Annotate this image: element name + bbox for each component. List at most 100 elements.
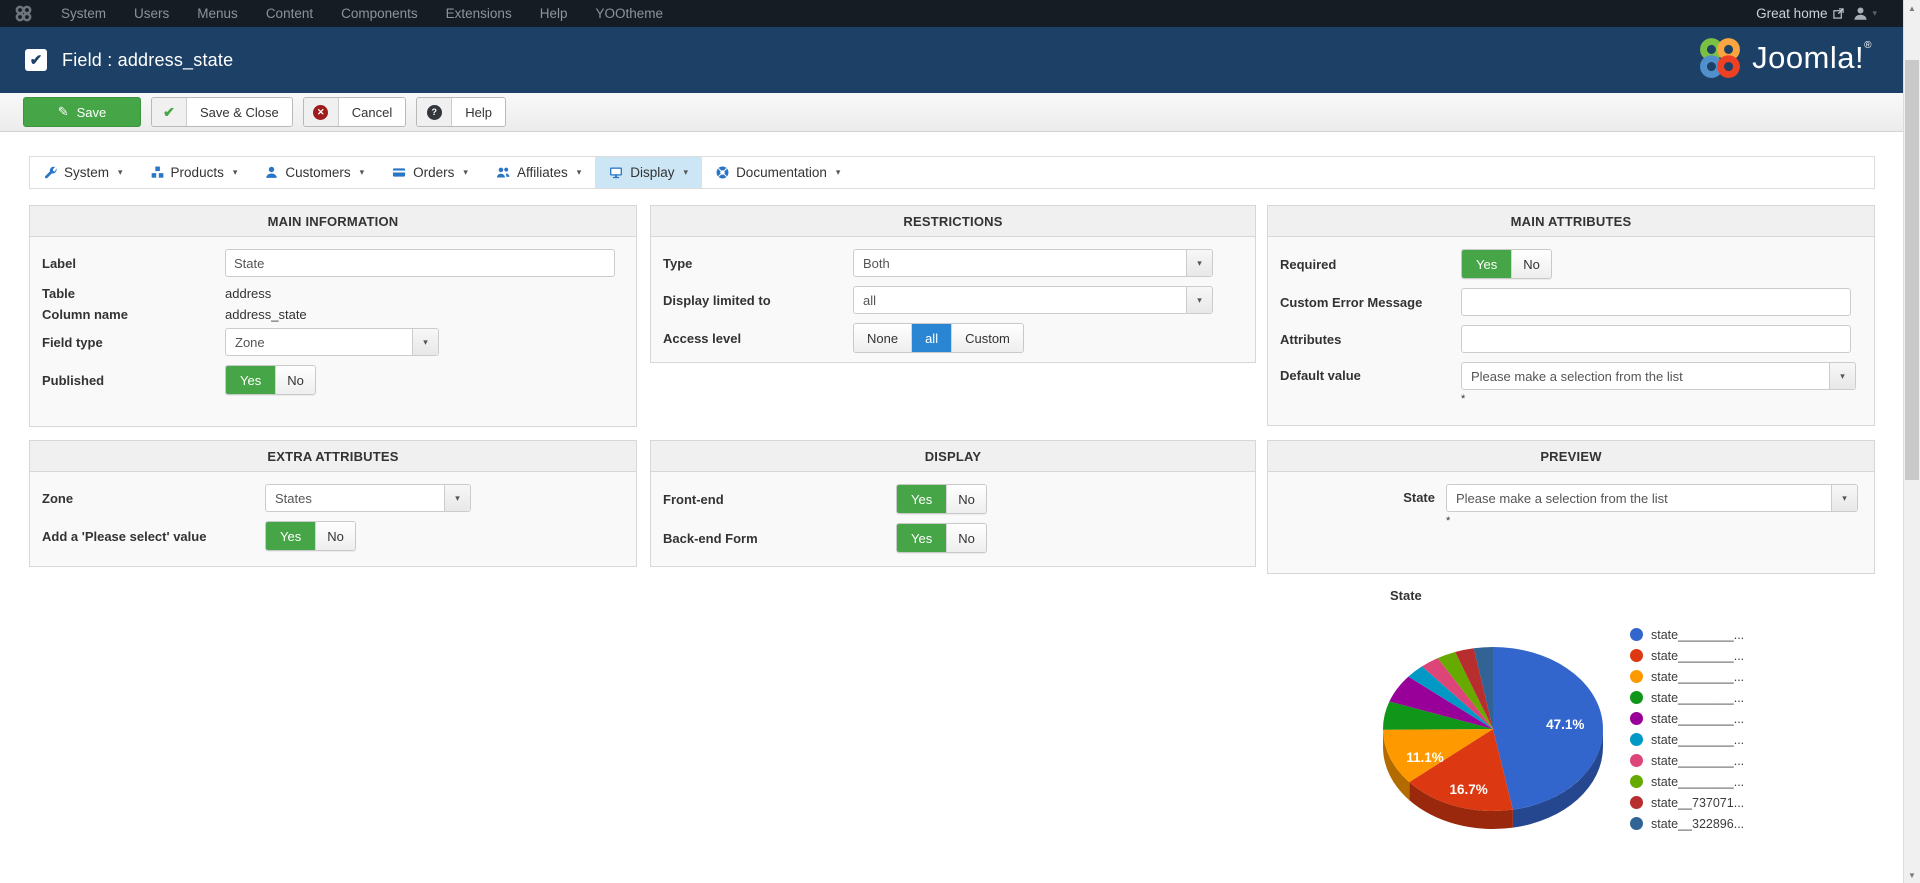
menu-item-content[interactable]: Content [252,0,327,27]
display-limited-select[interactable]: all ▾ [853,286,1213,314]
scrollbar-thumb[interactable] [1905,60,1919,480]
attributes-label: Attributes [1280,331,1342,347]
toggle-option-no[interactable]: No [946,485,986,513]
tab-system[interactable]: System ▾ [30,157,137,188]
access-level-option-all[interactable]: all [911,324,952,352]
field-type-select[interactable]: Zone ▾ [225,328,439,356]
legend-dot [1630,670,1643,683]
legend-item-2[interactable]: state________... [1630,666,1744,687]
tab-label: Display [630,165,675,180]
save-label: Save [76,104,107,120]
panel-title: PREVIEW [1268,441,1874,472]
save-close-button[interactable]: ✔ Save & Close [151,97,293,127]
chevron-down-icon: ▾ [359,167,365,177]
toggle-option-no[interactable]: No [946,524,986,552]
tab-products[interactable]: Products ▾ [137,157,252,188]
legend-dot [1630,712,1643,725]
access-level-option-none[interactable]: None [854,324,912,352]
legend-item-3[interactable]: state________... [1630,687,1744,708]
menu-item-components[interactable]: Components [327,0,432,27]
tab-display[interactable]: Display ▾ [595,157,703,188]
attributes-input[interactable] [1461,325,1851,353]
preview-state-label: State [1403,490,1435,505]
legend-label: state________... [1651,627,1745,642]
toggle-option-yes[interactable]: Yes [266,522,316,550]
legend-item-0[interactable]: state________... [1630,624,1744,645]
back-end-toggle: Yes No [896,523,987,553]
toggle-option-yes[interactable]: Yes [897,485,947,513]
check-icon: ✔ [152,98,187,126]
column-name-label: Column name [42,307,128,322]
chevron-down-icon: ▾ [118,167,123,177]
legend-label: state________... [1651,774,1745,789]
save-button[interactable]: ✎ Save [23,97,141,127]
help-button[interactable]: ? Help [416,97,506,127]
legend-item-1[interactable]: state________... [1630,645,1744,666]
tab-orders[interactable]: Orders ▾ [378,157,482,188]
legend-item-9[interactable]: state__322896... [1630,813,1744,834]
scroll-down-icon[interactable]: ▼ [1904,867,1920,883]
tab-label: Orders [413,165,455,180]
label-input[interactable] [225,249,615,277]
panel-main-attributes: MAIN ATTRIBUTES Required Yes No Custom Er… [1267,205,1875,426]
pie-percent-label: 16.7% [1450,782,1488,797]
default-value-select[interactable]: Please make a selection from the list ▾ [1461,362,1856,390]
menu-item-users[interactable]: Users [120,0,183,27]
toolbar: ✎ Save ✔ Save & Close ✕ Cancel ? Help [0,93,1920,132]
legend-label: state________... [1651,648,1745,663]
menu-item-system[interactable]: System [47,0,120,27]
please-select-toggle: Yes No [265,521,356,551]
pie-percent-label: 47.1% [1546,717,1584,732]
cancel-button[interactable]: ✕ Cancel [302,97,407,127]
toggle-option-no[interactable]: No [275,366,315,394]
menu-item-help[interactable]: Help [526,0,582,27]
joomla-knot-icon [1700,38,1741,78]
toggle-option-yes[interactable]: Yes [1462,250,1512,278]
toggle-option-no[interactable]: No [315,522,355,550]
cancel-icon: ✕ [303,98,339,126]
chevron-down-icon: ▾ [232,167,238,177]
help-label: Help [452,98,505,126]
title-bar: ✔ Field : address_state Joomla!® [0,27,1920,93]
legend-dot [1630,649,1643,662]
type-select[interactable]: Both ▾ [853,249,1213,277]
required-asterisk: * [1446,515,1451,527]
custom-error-label: Custom Error Message [1280,294,1423,310]
scroll-up-icon[interactable]: ▲ [1904,0,1920,16]
panel-preview: PREVIEW State Please make a selection fr… [1267,440,1875,574]
legend-item-7[interactable]: state________... [1630,771,1744,792]
zone-select[interactable]: States ▾ [265,484,471,512]
access-level-option-custom[interactable]: Custom [951,324,1023,352]
menu-item-yootheme[interactable]: YOOtheme [581,0,677,27]
custom-error-input[interactable] [1461,288,1851,316]
legend-item-8[interactable]: state__737071... [1630,792,1744,813]
legend-label: state________... [1651,669,1745,684]
great-home-link[interactable]: Great home [1756,6,1845,21]
toggle-option-yes[interactable]: Yes [897,524,947,552]
chevron-down-icon: ▾ [1829,363,1855,389]
field-type-label: Field type [42,334,103,350]
user-menu[interactable]: ▾ [1853,6,1877,21]
panel-title: MAIN ATTRIBUTES [1268,206,1874,237]
menu-item-extensions[interactable]: Extensions [432,0,526,27]
legend-item-6[interactable]: state________... [1630,750,1744,771]
menu-item-menus[interactable]: Menus [183,0,252,27]
toggle-option-yes[interactable]: Yes [226,366,276,394]
legend-item-5[interactable]: state________... [1630,729,1744,750]
chevron-down-icon: ▾ [1186,250,1212,276]
tab-documentation[interactable]: Documentation ▾ [702,157,854,188]
vertical-scrollbar[interactable]: ▲ ▼ [1903,0,1920,883]
legend-item-4[interactable]: state________... [1630,708,1744,729]
legend-dot [1630,817,1643,830]
joomla-glyph-icon[interactable] [14,4,33,23]
zone-label: Zone [42,490,74,506]
tab-affiliates[interactable]: Affiliates ▾ [482,157,595,188]
legend-label: state__737071... [1651,795,1745,810]
access-level-label: Access level [663,330,742,346]
preview-state-value: Please make a selection from the list [1456,490,1668,506]
tab-customers[interactable]: Customers ▾ [251,157,378,188]
toggle-option-no[interactable]: No [1511,250,1551,278]
panel-title: MAIN INFORMATION [30,206,636,237]
type-value: Both [863,255,890,271]
preview-state-select[interactable]: Please make a selection from the list ▾ [1446,484,1858,512]
